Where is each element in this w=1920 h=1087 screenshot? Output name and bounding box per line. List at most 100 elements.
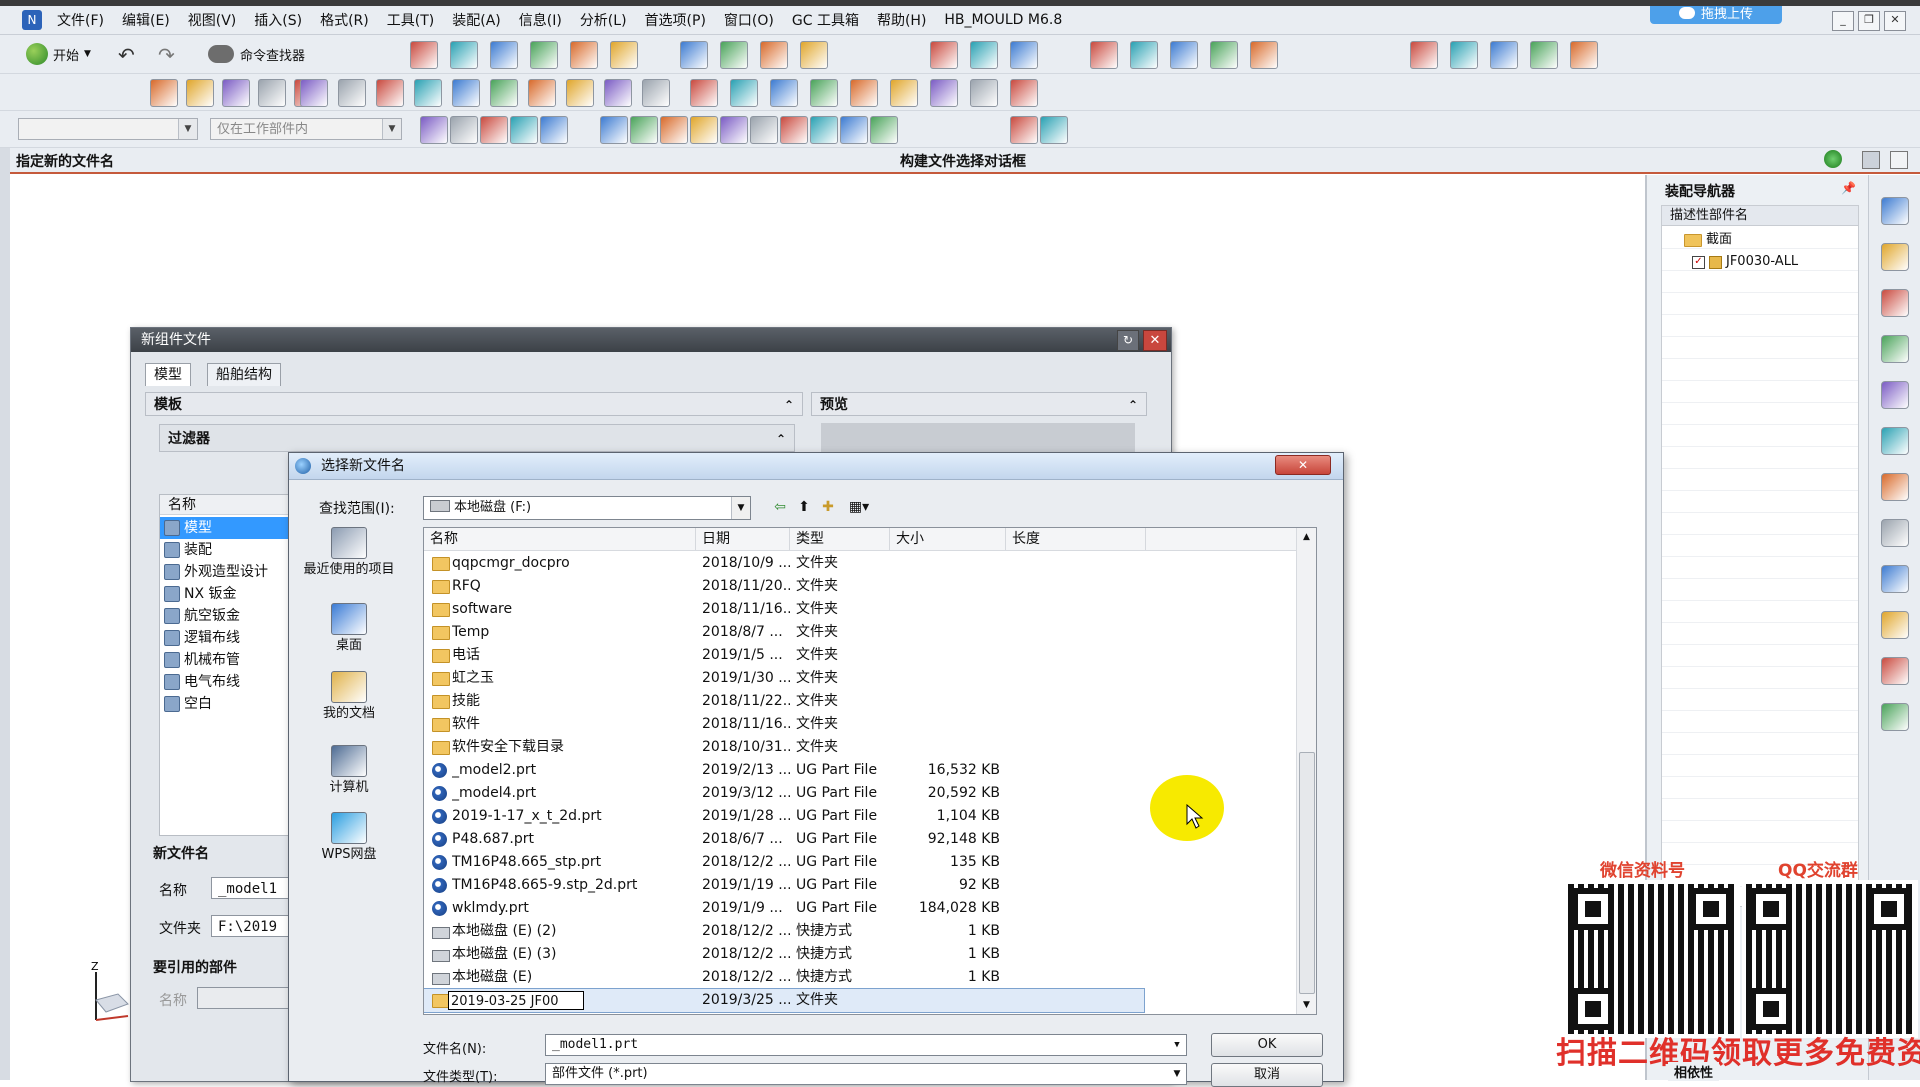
place-computer[interactable]: 计算机: [300, 745, 398, 795]
surface-tool-icon[interactable]: [1570, 41, 1598, 69]
undo-icon[interactable]: ↶: [118, 43, 135, 67]
scroll-up-icon[interactable]: ▲: [1297, 528, 1316, 546]
place-recent[interactable]: 最近使用的项目: [300, 527, 398, 577]
template-item[interactable]: 航空钣金: [160, 605, 290, 627]
file-row[interactable]: qqpcmgr_docpro 2018/10/9 ... 文件夹: [424, 552, 1144, 575]
place-documents[interactable]: 我的文档: [300, 671, 398, 721]
point-tool-icon[interactable]: [630, 116, 658, 144]
view-tool-icon[interactable]: [1040, 116, 1068, 144]
file-row[interactable]: Temp 2018/8/7 ... 文件夹: [424, 621, 1144, 644]
file-row[interactable]: 技能 2018/11/22... 文件夹: [424, 690, 1144, 713]
curve-tool-icon[interactable]: [1010, 79, 1038, 107]
start-button[interactable]: 开始 ▼: [26, 42, 91, 66]
view-menu-icon[interactable]: ▦▾: [843, 498, 875, 516]
referenced-parts-section[interactable]: 要引用的部件: [145, 956, 285, 980]
point-tool-icon[interactable]: [600, 116, 628, 144]
menu-item[interactable]: 装配(A): [443, 10, 510, 30]
assembly-tool-icon[interactable]: [720, 41, 748, 69]
edit-tool-icon[interactable]: [414, 79, 442, 107]
upload-button[interactable]: 拖拽上传: [1650, 6, 1782, 24]
sketch-tool-icon[interactable]: [222, 79, 250, 107]
edit-tool-icon[interactable]: [300, 79, 328, 107]
surface-tool-icon[interactable]: [1530, 41, 1558, 69]
file-row[interactable]: 电话 2019/1/5 ... 文件夹: [424, 644, 1144, 667]
column-header-date[interactable]: 日期: [696, 528, 790, 550]
point-tool-icon[interactable]: [750, 116, 778, 144]
mold-tool-icon[interactable]: [970, 41, 998, 69]
scroll-thumb[interactable]: [1299, 752, 1315, 994]
back-icon[interactable]: ⇦: [771, 498, 789, 516]
filter-section-header[interactable]: 过滤器 ⌃: [159, 424, 795, 452]
snap-tool-icon[interactable]: [450, 116, 478, 144]
file-row[interactable]: TM16P48.665_stp.prt 2018/12/2 ... UG Part …: [424, 851, 1144, 874]
collapse-icon[interactable]: ⌃: [776, 425, 786, 453]
globe-icon[interactable]: [1824, 150, 1842, 168]
point-tool-icon[interactable]: [840, 116, 868, 144]
file-row[interactable]: 2019-03-25 JF00 2019/3/25 ... 文件夹: [424, 988, 1145, 1013]
sync-tool-icon[interactable]: [1170, 41, 1198, 69]
feature-tool-icon[interactable]: [610, 41, 638, 69]
menu-item[interactable]: 帮助(H): [868, 10, 935, 30]
minimize-icon[interactable]: _: [1832, 11, 1854, 31]
menu-item[interactable]: 分析(L): [571, 10, 636, 30]
file-row[interactable]: _model2.prt 2019/2/13 ... UG Part File 16,5…: [424, 759, 1144, 782]
edit-tool-icon[interactable]: [376, 79, 404, 107]
template-item[interactable]: NX 钣金: [160, 583, 290, 605]
mold-tool-icon[interactable]: [930, 41, 958, 69]
point-tool-icon[interactable]: [690, 116, 718, 144]
resource-tab-icon[interactable]: [1881, 703, 1909, 731]
curve-tool-icon[interactable]: [930, 79, 958, 107]
resource-tab-icon[interactable]: [1881, 473, 1909, 501]
file-row[interactable]: 本地磁盘 (E) 2018/12/2 ... 快捷方式 1 KB: [424, 966, 1144, 989]
edit-tool-icon[interactable]: [452, 79, 480, 107]
template-item[interactable]: 机械布管: [160, 649, 290, 671]
file-row[interactable]: 本地磁盘 (E) (3) 2018/12/2 ... 快捷方式 1 KB: [424, 943, 1144, 966]
file-row[interactable]: 虹之玉 2019/1/30 ... 文件夹: [424, 667, 1144, 690]
pin-icon[interactable]: 📌: [1841, 181, 1856, 195]
template-item[interactable]: 装配: [160, 539, 290, 561]
mold-tool-icon[interactable]: [1010, 41, 1038, 69]
file-row[interactable]: 软件安全下载目录 2018/10/31... 文件夹: [424, 736, 1144, 759]
fullscreen-icon[interactable]: [1890, 151, 1908, 169]
menu-item[interactable]: 视图(V): [179, 10, 246, 30]
scroll-down-icon[interactable]: ▼: [1297, 996, 1316, 1014]
resource-tab-icon[interactable]: [1881, 289, 1909, 317]
file-row[interactable]: TM16P48.665-9.stp_2d.prt 2019/1/19 ... UG …: [424, 874, 1144, 897]
menu-item[interactable]: 工具(T): [378, 10, 443, 30]
file-row[interactable]: 软件 2018/11/16... 文件夹: [424, 713, 1144, 736]
assembly-tool-icon[interactable]: [680, 41, 708, 69]
filetype-select[interactable]: 部件文件 (*.prt) ▼: [545, 1063, 1187, 1085]
snap-tool-icon[interactable]: [480, 116, 508, 144]
resource-tab-icon[interactable]: [1881, 197, 1909, 225]
up-folder-icon[interactable]: ⬆: [795, 498, 813, 516]
point-tool-icon[interactable]: [870, 116, 898, 144]
chevron-down-icon[interactable]: ▼: [1168, 1035, 1186, 1055]
sync-tool-icon[interactable]: [1090, 41, 1118, 69]
column-header[interactable]: 描述性部件名: [1662, 206, 1858, 226]
collapse-icon[interactable]: ⌃: [1128, 393, 1138, 417]
curve-tool-icon[interactable]: [890, 79, 918, 107]
template-item[interactable]: 模型: [160, 517, 290, 539]
curve-tool-icon[interactable]: [970, 79, 998, 107]
sketch-tool-icon[interactable]: [186, 79, 214, 107]
tree-item-section[interactable]: 截面: [1684, 230, 1732, 250]
curve-tool-icon[interactable]: [730, 79, 758, 107]
type-filter-combo[interactable]: ▼: [18, 118, 198, 140]
template-item[interactable]: 外观造型设计: [160, 561, 290, 583]
menu-item[interactable]: 首选项(P): [636, 10, 715, 30]
menu-item[interactable]: 格式(R): [311, 10, 378, 30]
menu-item[interactable]: 编辑(E): [113, 10, 179, 30]
resource-tab-icon[interactable]: [1881, 335, 1909, 363]
restore-icon[interactable]: ❐: [1858, 11, 1880, 31]
column-header-name[interactable]: 名称: [424, 528, 696, 550]
surface-tool-icon[interactable]: [1410, 41, 1438, 69]
snap-tool-icon[interactable]: [510, 116, 538, 144]
checkbox-checked-icon[interactable]: ✓: [1692, 255, 1705, 269]
curve-tool-icon[interactable]: [690, 79, 718, 107]
curve-tool-icon[interactable]: [770, 79, 798, 107]
file-row[interactable]: P48.687.prt 2018/6/7 ... UG Part File 92,14…: [424, 828, 1144, 851]
sync-tool-icon[interactable]: [1210, 41, 1238, 69]
curve-tool-icon[interactable]: [810, 79, 838, 107]
edit-tool-icon[interactable]: [642, 79, 670, 107]
tree-item-part[interactable]: ✓ JF0030-ALL: [1692, 252, 1798, 272]
